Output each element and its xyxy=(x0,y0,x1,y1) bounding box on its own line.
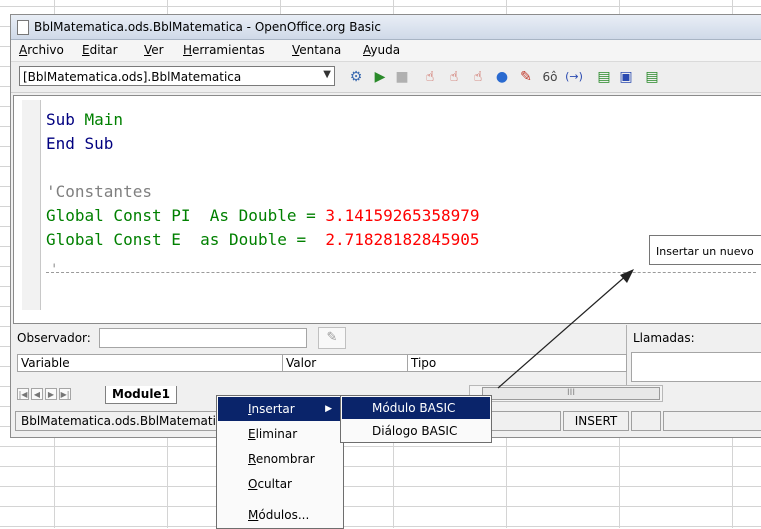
context-insert[interactable]: Insertar ▶ xyxy=(218,397,342,421)
document-icon xyxy=(17,20,29,35)
code-comment: 'Constantes xyxy=(46,182,152,201)
step-out-icon[interactable]: ☝ xyxy=(469,68,487,86)
manage-breakpoints-icon[interactable]: ✎ xyxy=(517,68,535,86)
tooltip-text: Insertar un nuevo xyxy=(656,245,754,258)
code-keyword: as Double = xyxy=(180,230,326,249)
column-divider[interactable] xyxy=(407,355,408,371)
context-delete[interactable]: Eliminar xyxy=(218,422,342,446)
title-bar: BblMatematica.ods.BblMatematica - OpenOf… xyxy=(11,15,761,40)
column-tipo[interactable]: Tipo xyxy=(411,356,436,370)
calls-label: Llamadas: xyxy=(633,331,695,345)
context-rename[interactable]: Renombrar xyxy=(218,447,342,471)
basic-ide-window: BblMatematica.ods.BblMatematica - OpenOf… xyxy=(10,14,761,438)
step-into-icon[interactable]: ☝ xyxy=(421,68,439,86)
stop-icon[interactable]: ■ xyxy=(393,68,411,86)
code-keyword: Global Const xyxy=(46,230,172,249)
tab-module1[interactable]: Module1 xyxy=(105,386,177,404)
previous-tab-icon[interactable]: ◀ xyxy=(31,388,43,400)
scrollbar-thumb[interactable]: III xyxy=(482,387,660,400)
insert-submenu: Módulo BASIC Diálogo BASIC xyxy=(340,395,492,443)
next-tab-icon[interactable]: ▶ xyxy=(45,388,57,400)
code-keyword: End Sub xyxy=(46,134,114,153)
code-number: 3.14159265358979 xyxy=(325,206,480,225)
status-extra xyxy=(663,411,761,431)
watch-input[interactable] xyxy=(99,328,307,348)
remove-watch-icon[interactable]: ✎ xyxy=(318,327,346,349)
library-combobox-value: [BblMatematica.ods].BblMatematica xyxy=(23,70,242,84)
menu-ver[interactable]: Ver xyxy=(144,43,164,57)
code-identifier: E xyxy=(171,230,181,249)
column-variable[interactable]: Variable xyxy=(21,356,70,370)
breakpoint-icon[interactable]: ● xyxy=(493,68,511,86)
insert-basic-source-icon[interactable]: ▤ xyxy=(595,68,613,86)
context-modules[interactable]: Módulos... xyxy=(218,503,342,527)
last-tab-icon[interactable]: ▶| xyxy=(59,388,71,400)
menu-ventana[interactable]: Ventana xyxy=(292,43,341,57)
column-valor[interactable]: Valor xyxy=(286,356,316,370)
status-location: BblMatematica.ods.BblMatematica xyxy=(15,411,221,431)
code-text[interactable]: Sub Main End Sub 'Constantes Global Cons… xyxy=(46,108,480,252)
submenu-arrow-icon: ▶ xyxy=(325,404,332,414)
context-hide[interactable]: Ocultar xyxy=(218,472,342,496)
menu-herramientas[interactable]: Herramientas xyxy=(183,43,265,57)
window-title: BblMatematica.ods.BblMatematica - OpenOf… xyxy=(34,20,381,34)
compile-icon[interactable]: ⚙ xyxy=(347,68,365,86)
first-tab-icon[interactable]: |◀ xyxy=(17,388,29,400)
tooltip: Insertar un nuevo xyxy=(649,235,761,265)
menu-archivo[interactable]: Archivo xyxy=(19,43,64,57)
import-dialog-icon[interactable]: ▤ xyxy=(643,68,661,86)
chevron-down-icon[interactable]: ▼ xyxy=(323,69,331,80)
status-insert-mode[interactable]: INSERT xyxy=(563,411,629,431)
menu-bar: Archivo Editar Ver Herramientas Ventana … xyxy=(11,40,761,62)
code-keyword: As Double = xyxy=(190,206,326,225)
status-modified xyxy=(631,411,661,431)
code-identifier: Main xyxy=(84,110,124,129)
comment-separator-line xyxy=(46,272,756,273)
add-watch-icon[interactable]: 6ô xyxy=(541,68,559,86)
code-editor[interactable]: Sub Main End Sub 'Constantes Global Cons… xyxy=(13,95,761,324)
column-divider[interactable] xyxy=(282,355,283,371)
context-menu: Insertar ▶ Eliminar Renombrar Ocultar Mó… xyxy=(216,395,344,529)
run-icon[interactable]: ▶ xyxy=(371,68,389,86)
submenu-basic-module[interactable]: Módulo BASIC xyxy=(342,397,490,419)
submenu-basic-dialog[interactable]: Diálogo BASIC xyxy=(342,420,490,442)
watch-panel-header: Observador: ✎ Llamadas: xyxy=(11,325,761,395)
separator-comment-mark: ' xyxy=(50,262,59,278)
code-number: 2.71828182845905 xyxy=(325,230,480,249)
code-keyword: Sub xyxy=(46,110,85,129)
watch-table-header: Variable Valor Tipo xyxy=(17,354,627,372)
save-basic-icon[interactable]: ▣ xyxy=(617,68,635,86)
horizontal-scrollbar[interactable]: III xyxy=(469,385,663,402)
breakpoint-gutter[interactable] xyxy=(22,100,41,310)
code-keyword: Global Const xyxy=(46,206,172,225)
step-over-icon[interactable]: ☝ xyxy=(445,68,463,86)
menu-editar[interactable]: Editar xyxy=(82,43,118,57)
find-parentheses-icon[interactable]: (→) xyxy=(565,68,583,86)
library-combobox[interactable]: [BblMatematica.ods].BblMatematica ▼ xyxy=(19,66,335,86)
macro-toolbar: [BblMatematica.ods].BblMatematica ▼ ⚙ ▶ … xyxy=(11,62,761,93)
menu-ayuda[interactable]: Ayuda xyxy=(363,43,400,57)
code-identifier: PI xyxy=(171,206,191,225)
calls-list[interactable] xyxy=(631,352,761,382)
watch-label: Observador: xyxy=(17,331,91,345)
status-position xyxy=(491,411,561,431)
